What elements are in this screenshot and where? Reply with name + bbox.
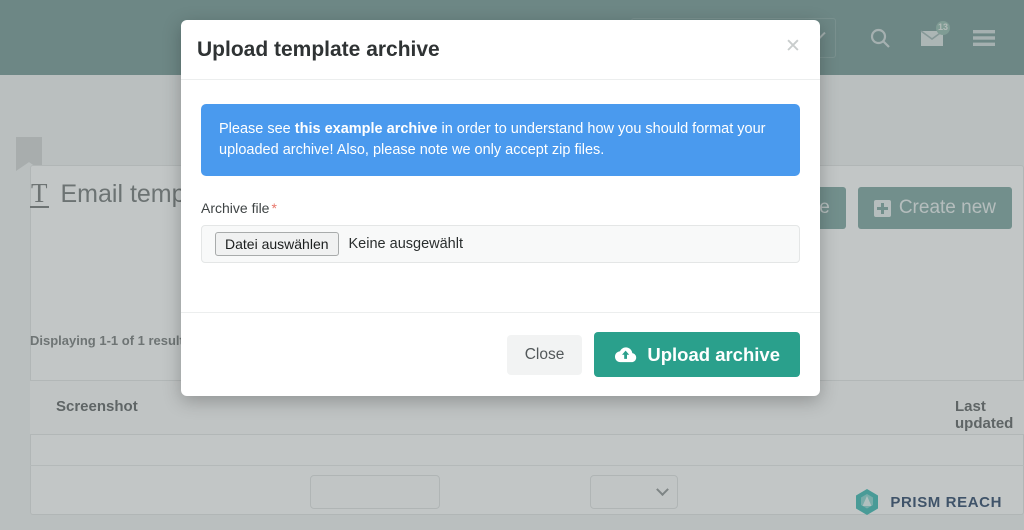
info-alert: Please see this example archive in order… xyxy=(201,104,800,177)
upload-archive-submit-label: Upload archive xyxy=(647,343,780,365)
screen: 13 T Email templates e Create new Displa… xyxy=(0,0,1024,530)
selected-file-name: Keine ausgewählt xyxy=(348,236,463,253)
required-marker: * xyxy=(271,200,277,217)
dialog-footer: Close Upload archive xyxy=(181,312,820,396)
browse-file-button[interactable]: Datei auswählen xyxy=(215,232,339,257)
close-button[interactable]: Close xyxy=(506,334,583,375)
example-archive-link[interactable]: this example archive xyxy=(295,121,438,137)
alert-prefix: Please see xyxy=(219,121,295,137)
dialog-header: Upload template archive ✕ xyxy=(181,20,820,80)
file-input-row[interactable]: Datei auswählen Keine ausgewählt xyxy=(201,225,800,264)
dialog-body: Please see this example archive in order… xyxy=(181,80,820,264)
dialog-title: Upload template archive xyxy=(197,38,440,61)
cloud-upload-icon xyxy=(615,347,637,363)
close-icon[interactable]: ✕ xyxy=(778,31,808,61)
upload-archive-submit-button[interactable]: Upload archive xyxy=(594,332,800,377)
upload-template-archive-dialog: Upload template archive ✕ Please see thi… xyxy=(181,20,820,396)
archive-file-label-text: Archive file xyxy=(201,200,270,217)
archive-file-label: Archive file * xyxy=(201,200,800,216)
